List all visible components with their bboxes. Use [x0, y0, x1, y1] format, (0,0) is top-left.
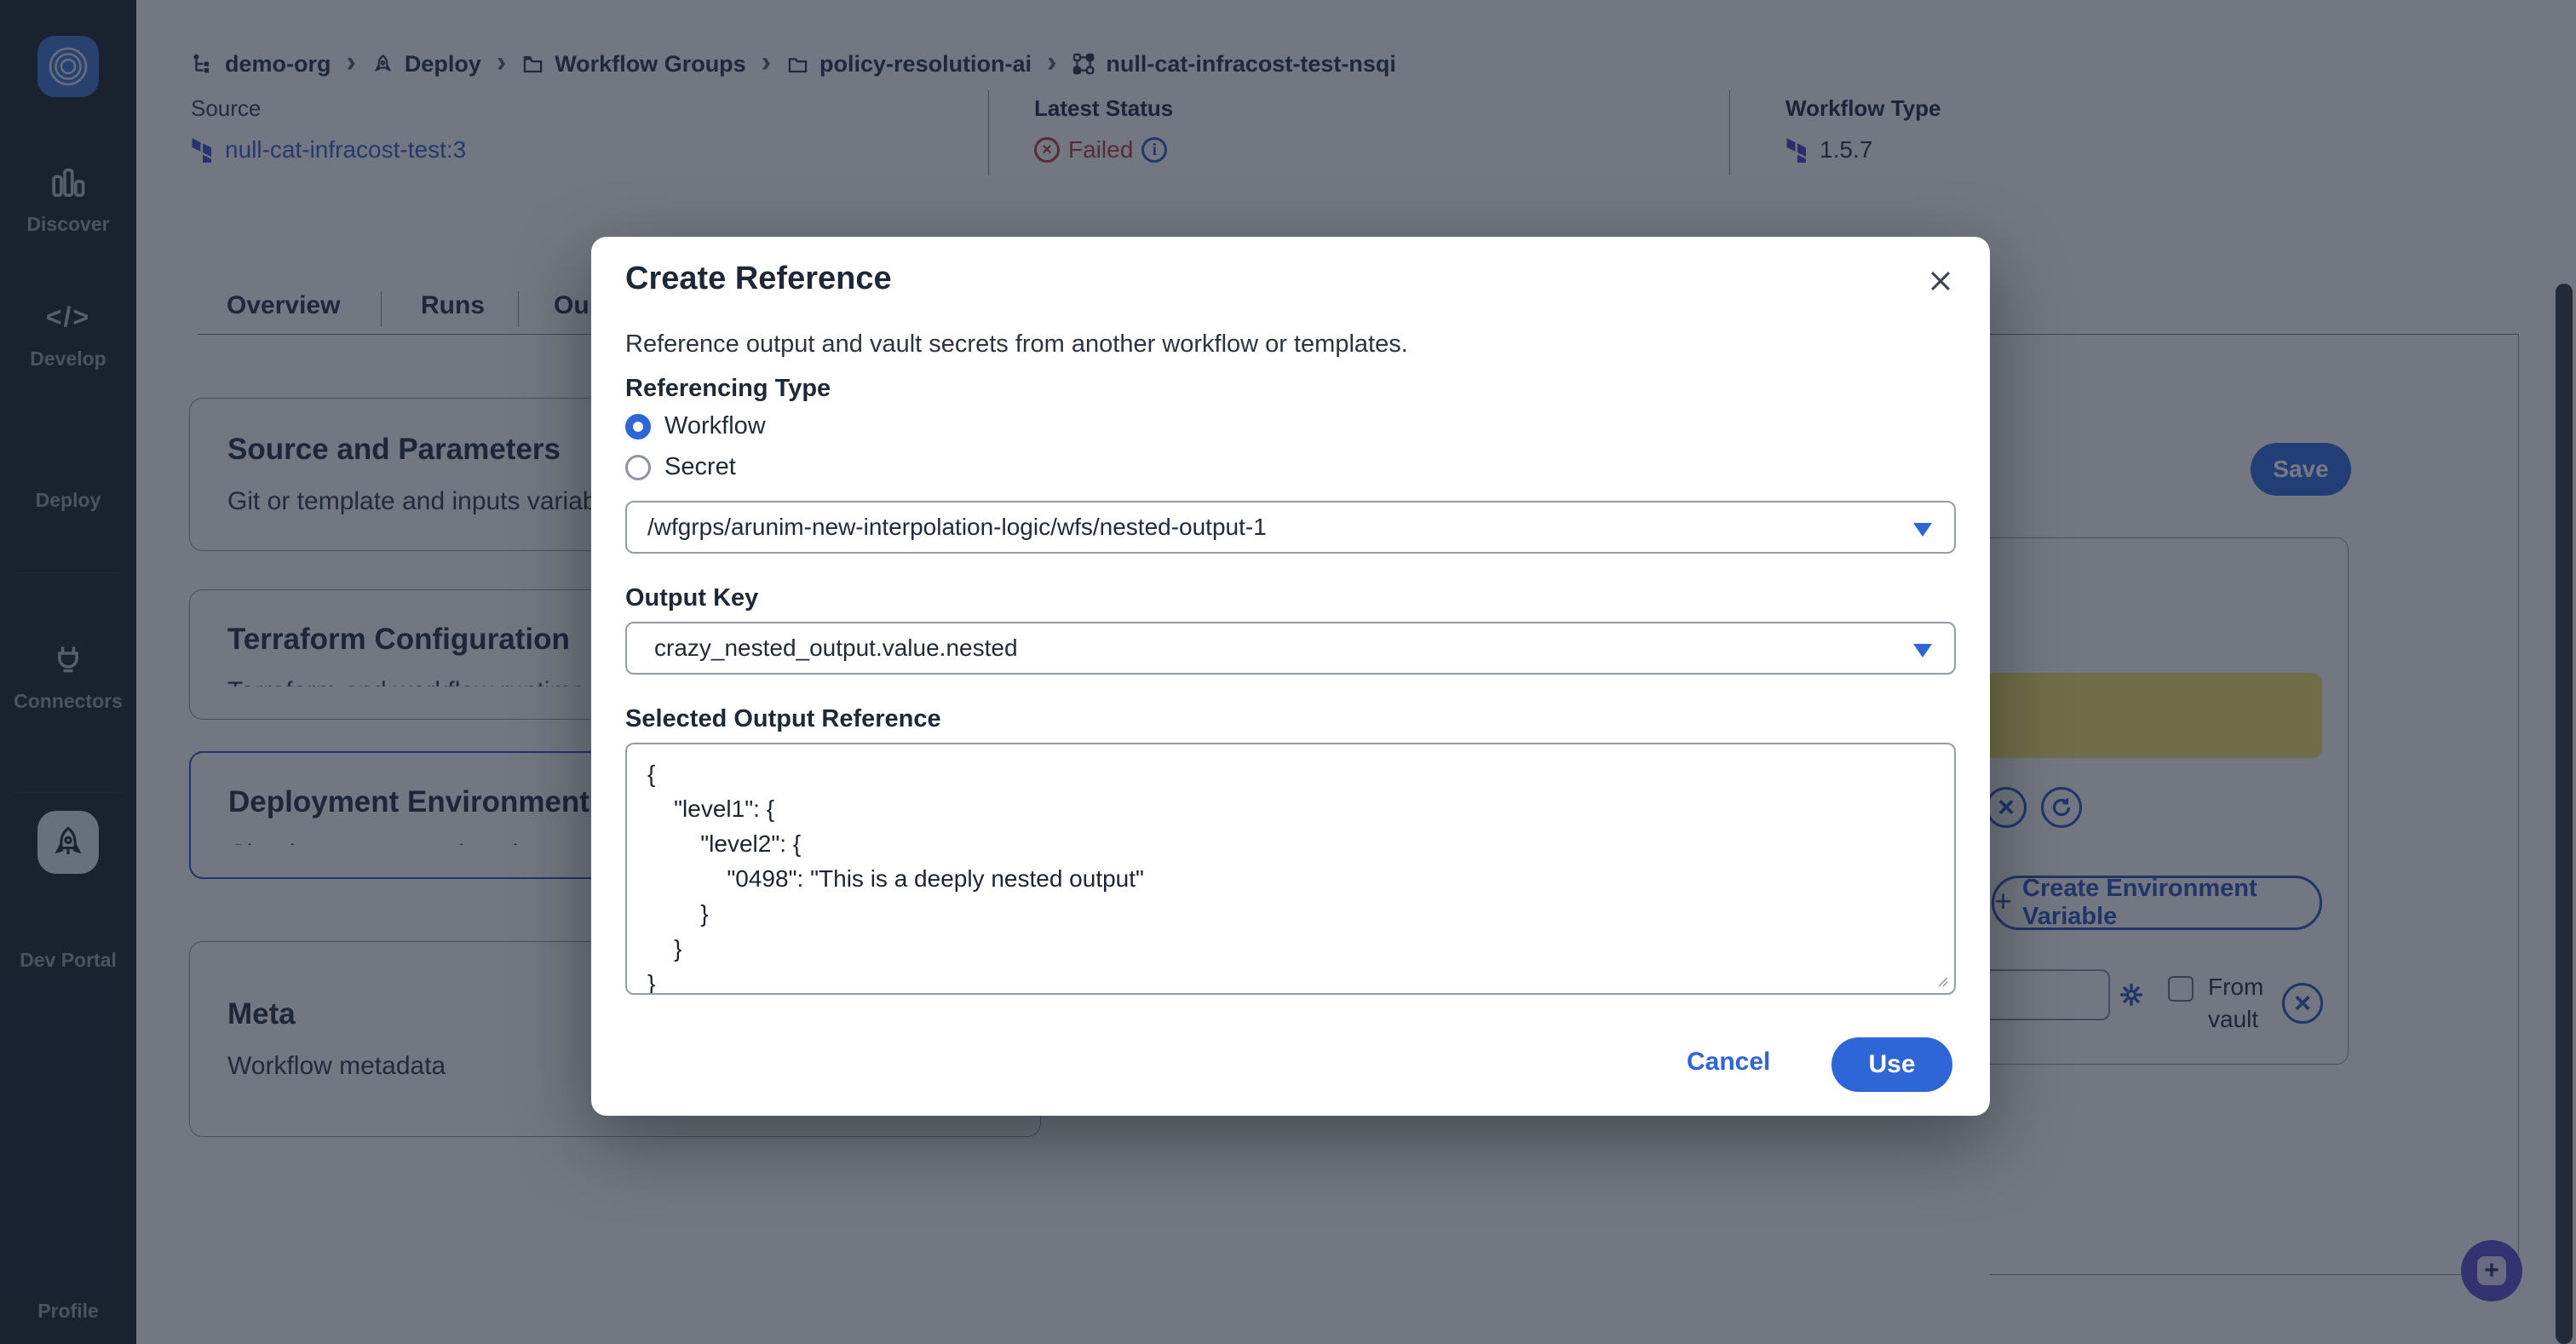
create-reference-modal: Create Reference Reference output and va…	[591, 237, 1990, 1116]
modal-close-button[interactable]	[1923, 264, 1958, 298]
close-icon	[1926, 267, 1955, 296]
modal-title: Create Reference	[625, 261, 892, 297]
radio-option-workflow[interactable]: Workflow	[625, 412, 766, 440]
radio-label: Secret	[664, 453, 736, 481]
selected-output-reference-label: Selected Output Reference	[625, 705, 941, 733]
dropdown-value: crazy_nested_output.value.nested	[654, 635, 1018, 662]
chevron-down-icon	[1913, 644, 1932, 658]
workflow-select-dropdown[interactable]: /wfgrps/arunim-new-interpolation-logic/w…	[625, 501, 1956, 554]
referencing-type-label: Referencing Type	[625, 375, 831, 403]
output-key-dropdown[interactable]: crazy_nested_output.value.nested	[625, 622, 1956, 675]
dropdown-value: /wfgrps/arunim-new-interpolation-logic/w…	[647, 514, 1267, 541]
radio-option-secret[interactable]: Secret	[625, 453, 736, 481]
selected-output-reference-textarea[interactable]: { "level1": { "level2": { "0498": "This …	[625, 743, 1956, 995]
app-screen: Discover </> Develop Deploy	[0, 0, 2576, 1344]
chevron-down-icon	[1913, 523, 1932, 537]
radio-label: Workflow	[664, 412, 766, 440]
resize-handle-icon[interactable]	[1935, 974, 1949, 988]
use-button[interactable]: Use	[1831, 1037, 1952, 1092]
radio-selected-icon	[625, 414, 651, 439]
radio-unselected-icon	[625, 455, 651, 480]
cancel-button[interactable]: Cancel	[1687, 1048, 1770, 1077]
modal-subtitle: Reference output and vault secrets from …	[625, 330, 1408, 359]
output-key-label: Output Key	[625, 584, 758, 612]
